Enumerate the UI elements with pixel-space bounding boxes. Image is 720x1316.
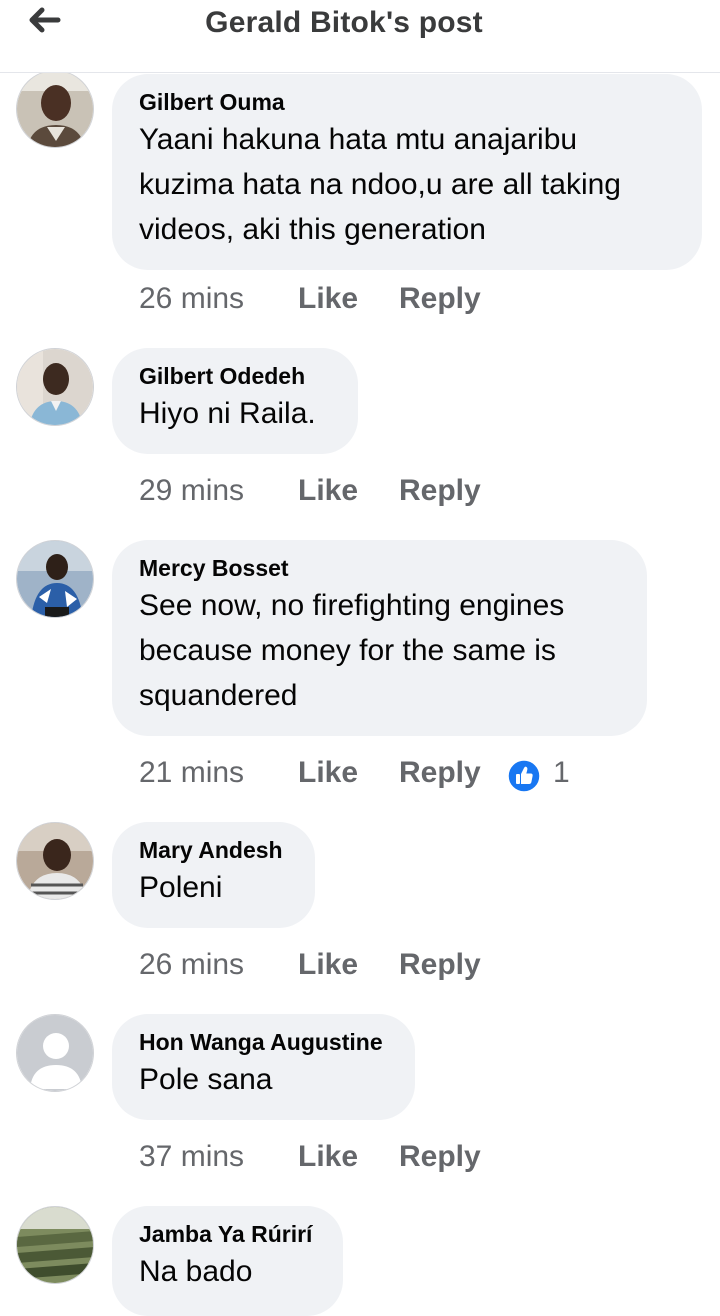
avatar[interactable] <box>16 70 94 148</box>
reply-button[interactable]: Reply <box>399 282 481 316</box>
avatar[interactable] <box>16 822 94 900</box>
reply-button[interactable]: Reply <box>399 756 481 790</box>
like-button[interactable]: Like <box>298 282 358 316</box>
avatar[interactable] <box>16 540 94 618</box>
comment-bubble[interactable]: Gilbert Odedeh Hiyo ni Raila. <box>112 348 358 454</box>
avatar[interactable] <box>16 1206 94 1284</box>
default-avatar[interactable] <box>16 1014 94 1092</box>
like-button[interactable]: Like <box>298 474 358 508</box>
comment-bubble[interactable]: Gilbert Ouma Yaani hakuna hata mtu anaja… <box>112 74 702 270</box>
comment-author[interactable]: Mercy Bosset <box>139 554 621 582</box>
comment-bubble[interactable]: Mercy Bosset See now, no firefighting en… <box>112 540 647 736</box>
comment-text: Poleni <box>139 871 223 904</box>
comment-bubble[interactable]: Hon Wanga Augustine Pole sana <box>112 1014 415 1120</box>
comment-text: Yaani hakuna hata mtu anajaribu kuzima h… <box>139 123 621 246</box>
like-button[interactable]: Like <box>298 1140 358 1174</box>
comment-timestamp: 29 mins <box>139 474 245 507</box>
comment-timestamp: 37 mins <box>139 1140 245 1173</box>
reply-button[interactable]: Reply <box>399 1140 481 1174</box>
reply-button[interactable]: Reply <box>399 474 481 508</box>
comment-author[interactable]: Gilbert Ouma <box>139 88 676 116</box>
like-button[interactable]: Like <box>298 756 358 790</box>
comment-author[interactable]: Hon Wanga Augustine <box>139 1028 389 1056</box>
comment-timestamp: 21 mins <box>139 756 245 789</box>
comment-author[interactable]: Jamba Ya Rúrirí <box>139 1220 317 1248</box>
reply-button[interactable]: Reply <box>399 948 481 982</box>
avatar[interactable] <box>16 348 94 426</box>
page-title: Gerald Bitok's post <box>205 6 483 39</box>
comment-author[interactable]: Mary Andesh <box>139 836 289 864</box>
comment-bubble[interactable]: Mary Andesh Poleni <box>112 822 315 928</box>
comment-text: See now, no firefighting engines because… <box>139 589 565 712</box>
comment-author[interactable]: Gilbert Odedeh <box>139 362 332 390</box>
like-reaction-icon[interactable] <box>507 759 541 793</box>
reaction-count[interactable]: 1 <box>553 756 570 790</box>
comment-text: Hiyo ni Raila. <box>139 397 316 430</box>
comment-text: Pole sana <box>139 1063 273 1096</box>
comment-timestamp: 26 mins <box>139 948 245 981</box>
top-bar: Gerald Bitok's post <box>0 0 720 73</box>
comment-timestamp: 26 mins <box>139 282 245 315</box>
comment-text: Na bado <box>139 1255 253 1288</box>
like-button[interactable]: Like <box>298 948 358 982</box>
